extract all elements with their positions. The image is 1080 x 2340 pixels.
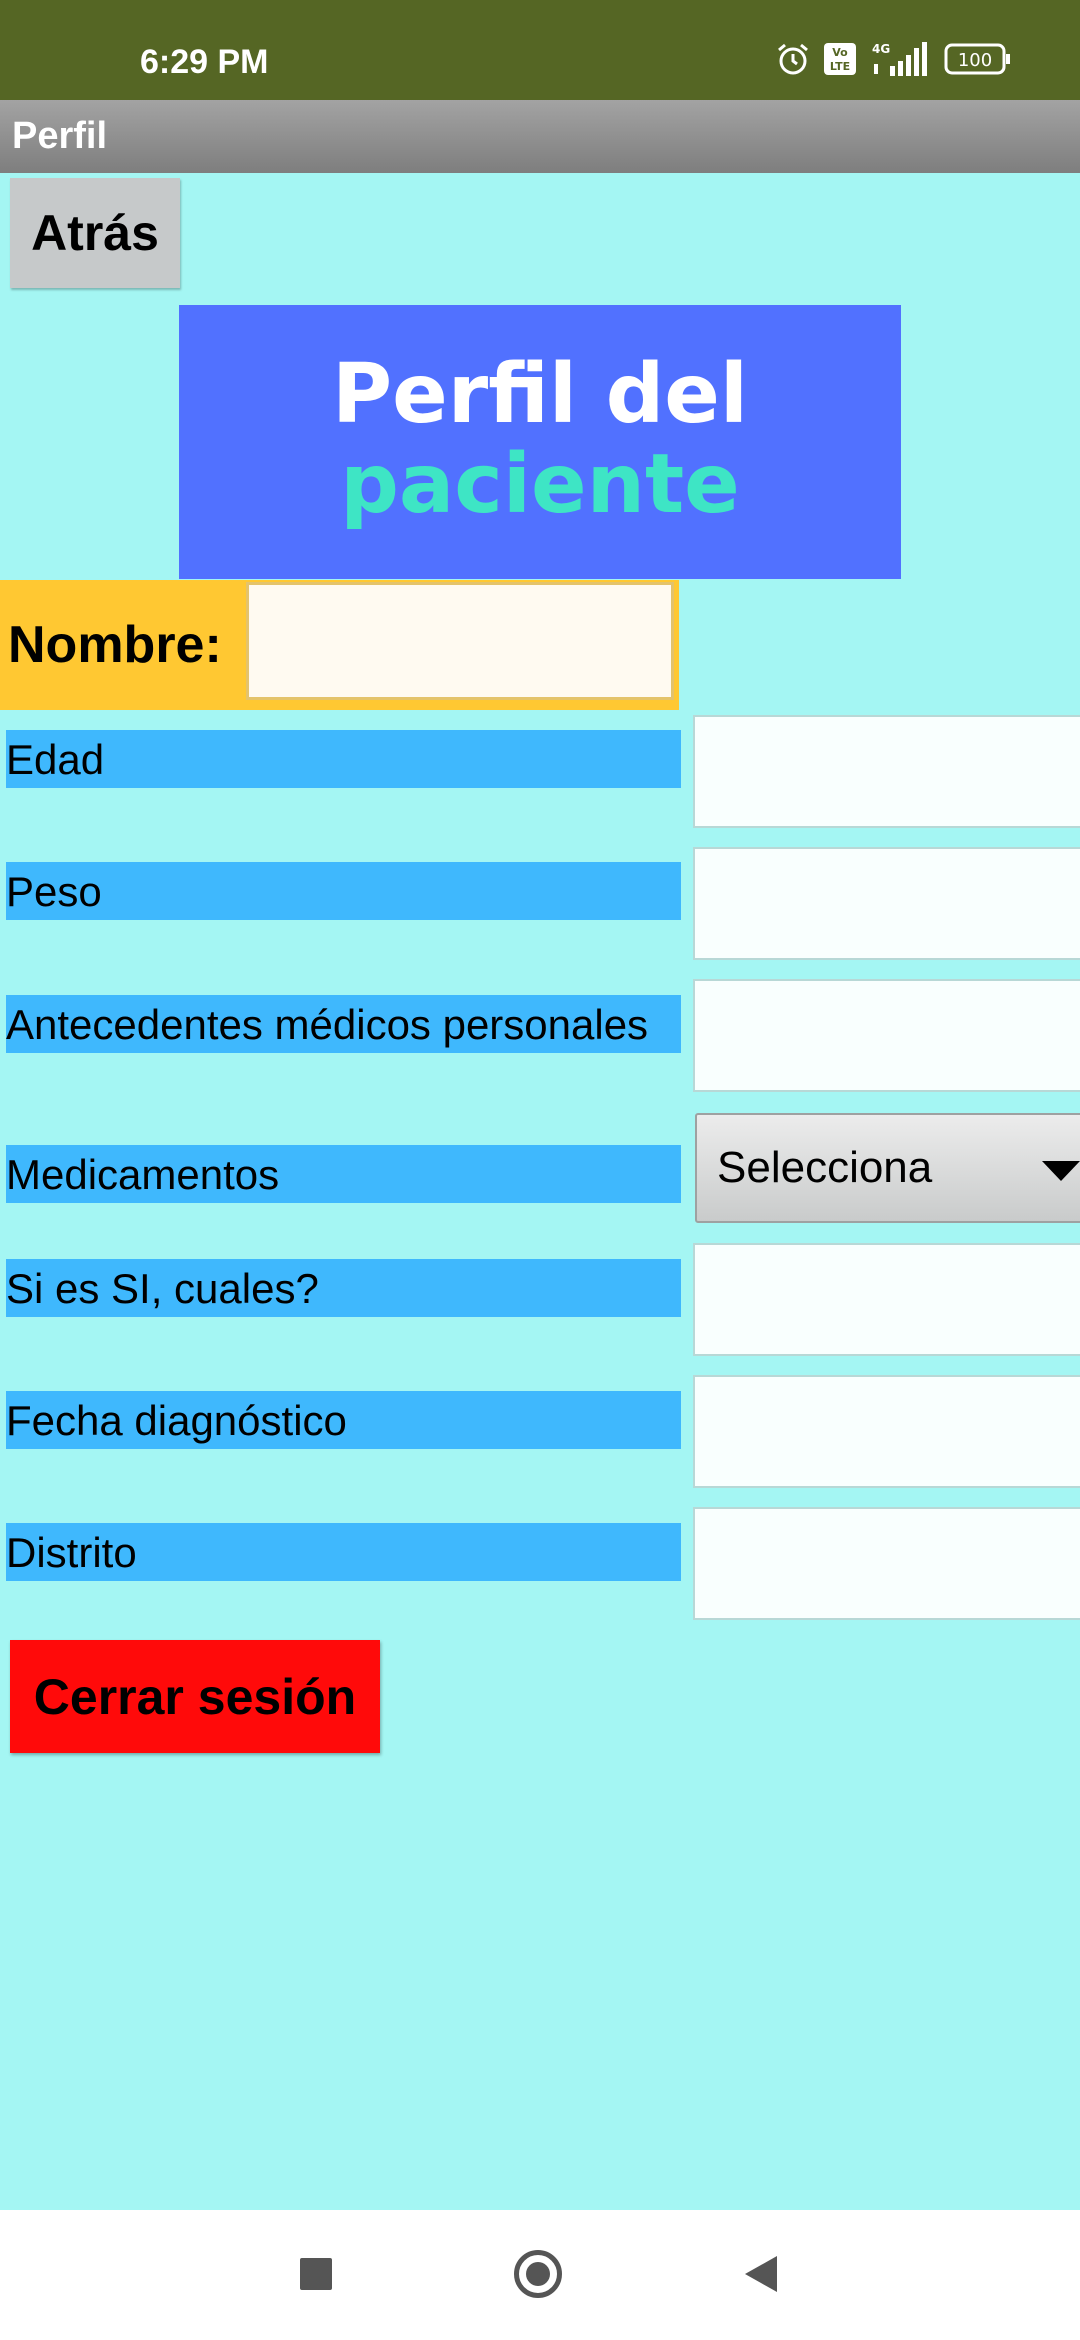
medications-select[interactable]: Selecciona [695,1113,1080,1223]
district-input[interactable] [693,1507,1080,1620]
battery-icon: 100 [944,43,1010,75]
app-bar: Perfil [0,100,1080,173]
age-label: Edad [6,730,681,788]
medical-history-input[interactable] [693,979,1080,1092]
page-title-line2: paciente [340,437,740,532]
district-label: Distrito [6,1523,681,1581]
medical-history-label: Antecedentes médicos personales [6,995,681,1053]
which-medications-input[interactable] [693,1243,1080,1356]
weight-label: Peso [6,862,681,920]
recent-apps-icon[interactable] [300,2258,332,2290]
back-nav-icon[interactable] [745,2256,777,2292]
back-button[interactable]: Atrás [10,178,180,288]
svg-text:4G: 4G [872,42,890,56]
chevron-down-icon [1042,1161,1080,1181]
page-header: Perfil del paciente [179,305,901,579]
medications-label: Medicamentos [6,1145,681,1203]
svg-text:LTE: LTE [830,60,850,73]
alarm-icon [778,43,808,75]
app-bar-title: Perfil [12,115,108,157]
status-time: 6:29 PM [140,43,269,81]
which-medications-label: Si es SI, cuales? [6,1259,681,1317]
navigation-bar [0,2210,1080,2340]
logout-button[interactable]: Cerrar sesión [10,1640,380,1753]
name-input[interactable] [246,582,674,700]
name-label: Nombre: [8,616,222,674]
page-title-line1: Perfil del [331,347,748,442]
svg-text:Vo: Vo [832,46,848,59]
battery-level: 100 [958,50,992,71]
home-icon-dot [526,2262,550,2286]
home-icon[interactable] [514,2250,562,2298]
volte-icon: Vo LTE [824,43,856,75]
status-bar: 6:29 PM Vo LTE 4G 100 [0,0,1080,100]
signal-icon: 4G [872,42,927,76]
medications-select-value: Selecciona [717,1143,933,1192]
weight-input[interactable] [693,847,1080,960]
age-input[interactable] [693,715,1080,828]
diagnosis-date-label: Fecha diagnóstico [6,1391,681,1449]
diagnosis-date-input[interactable] [693,1375,1080,1488]
